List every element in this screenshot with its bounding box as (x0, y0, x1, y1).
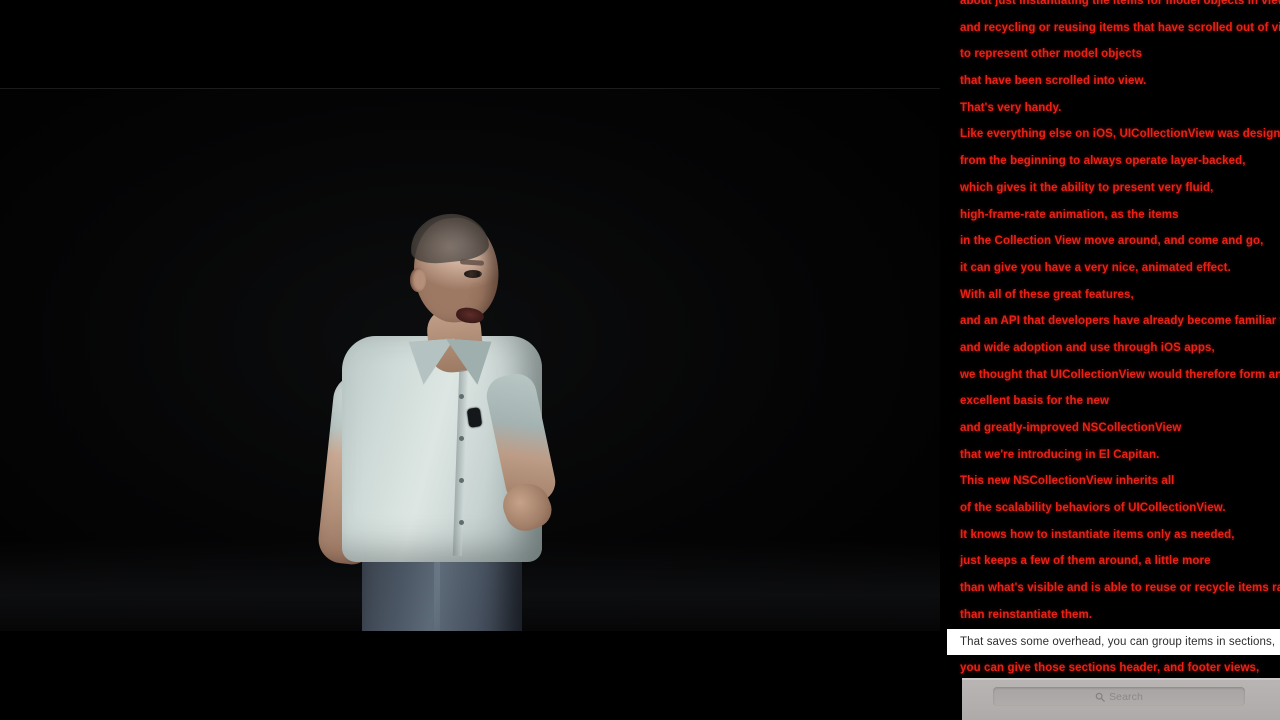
transcript-line[interactable]: excellent basis for the new (940, 388, 1280, 415)
transcript-line[interactable]: of the scalability behaviors of UICollec… (940, 495, 1280, 522)
speaker-shirt-button (459, 478, 464, 483)
speaker-ear (410, 268, 426, 292)
transcript-line[interactable]: to represent other model objects (940, 41, 1280, 68)
transcript-line[interactable]: just keeps a few of them around, a littl… (940, 548, 1280, 575)
video-player-window: about just instantiating the items for m… (0, 0, 1280, 720)
transcript-line[interactable]: from the beginning to always operate lay… (940, 148, 1280, 175)
speaker-shirt-button (459, 436, 464, 441)
transcript-line[interactable]: That's very handy. (940, 95, 1280, 122)
transcript-line[interactable]: With all of these great features, (940, 282, 1280, 309)
transcript-line[interactable]: than reinstantiate them. (940, 602, 1280, 629)
speaker-shirt-button (459, 520, 464, 525)
transcript-line[interactable]: which gives it the ability to present ve… (940, 175, 1280, 202)
transcript-line[interactable]: and wide adoption and use through iOS ap… (940, 335, 1280, 362)
video-frame[interactable] (0, 88, 940, 631)
speaker-figure (316, 118, 598, 631)
transcript-line[interactable]: it can give you have a very nice, animat… (940, 255, 1280, 282)
speaker-eye (464, 270, 482, 278)
transcript-line[interactable]: This new NSCollectionView inherits all (940, 468, 1280, 495)
search-panel: Search (962, 678, 1280, 720)
transcript-line[interactable]: than what's visible and is able to reuse… (940, 575, 1280, 602)
transcript-line[interactable]: and greatly-improved NSCollectionView (940, 415, 1280, 442)
transcript-line[interactable]: that we're introducing in El Capitan. (940, 442, 1280, 469)
transcript-line[interactable]: It knows how to instantiate items only a… (940, 522, 1280, 549)
speaker-nose (468, 282, 484, 304)
transcript-line[interactable]: about just instantiating the items for m… (940, 0, 1280, 15)
transcript-line[interactable]: and recycling or reusing items that have… (940, 15, 1280, 42)
speaker-shirt-button (459, 394, 464, 399)
lapel-microphone (466, 407, 483, 428)
video-pane[interactable] (0, 0, 940, 720)
transcript-line[interactable]: and an API that developers have already … (940, 308, 1280, 335)
transcript-line[interactable]: that have been scrolled into view. (940, 68, 1280, 95)
transcript-line[interactable]: in the Collection View move around, and … (940, 228, 1280, 255)
search-placeholder: Search (1109, 690, 1143, 703)
search-icon (1095, 692, 1105, 702)
transcript-pane[interactable]: about just instantiating the items for m… (940, 0, 1280, 720)
transcript-line-active[interactable]: That saves some overhead, you can group … (947, 628, 1280, 656)
transcript-line[interactable]: we thought that UICollectionView would t… (940, 362, 1280, 389)
transcript-line[interactable]: high-frame-rate animation, as the items (940, 202, 1280, 229)
transcript-list[interactable]: about just instantiating the items for m… (940, 0, 1280, 682)
search-input[interactable]: Search (993, 687, 1245, 706)
transcript-line[interactable]: Like everything else on iOS, UICollectio… (940, 121, 1280, 148)
